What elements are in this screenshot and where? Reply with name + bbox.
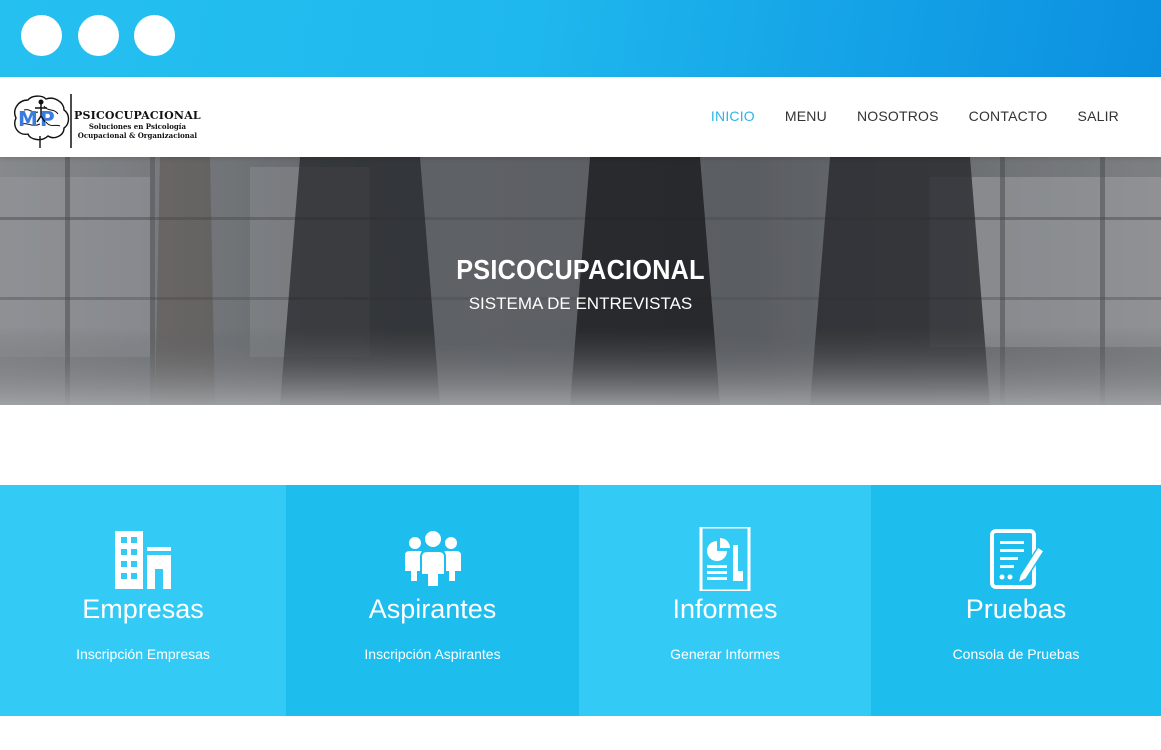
feature-tiles: Empresas Inscripción Empresas Aspirantes… xyxy=(0,485,1161,716)
people-group-icon xyxy=(404,531,461,588)
tile-link[interactable]: Consola de Pruebas xyxy=(871,646,1161,662)
report-chart-icon xyxy=(699,527,751,591)
logo-text: PSICOCUPACIONAL Soluciones en Psicología… xyxy=(74,109,201,140)
tile-link[interactable]: Inscripción Empresas xyxy=(0,646,286,662)
tile-title: Aspirantes xyxy=(368,594,497,624)
logo-subtitle-line2: Ocupacional & Organizacional xyxy=(77,131,198,140)
social-link-3[interactable] xyxy=(134,15,175,56)
tile-link[interactable]: Inscripción Aspirantes xyxy=(286,646,579,662)
hero-title: PSICOCUPACIONAL xyxy=(456,254,705,285)
logo-title: PSICOCUPACIONAL xyxy=(74,109,201,122)
hero-banner: PSICOCUPACIONAL SISTEMA DE ENTREVISTAS xyxy=(0,157,1161,405)
top-bar xyxy=(0,0,1161,77)
hero-subtitle: SISTEMA DE ENTREVISTAS xyxy=(468,294,693,313)
nav-item-nosotros[interactable]: NOSOTROS xyxy=(857,108,939,124)
logo[interactable]: M P PSICOCUPACIONAL Soluciones en Psicol… xyxy=(10,92,201,148)
site-header: M P PSICOCUPACIONAL Soluciones en Psicol… xyxy=(0,77,1161,157)
logo-subtitle-line1: Soluciones en Psicología xyxy=(88,122,187,131)
nav-item-menu[interactable]: MENU xyxy=(785,108,827,124)
test-document-icon xyxy=(990,529,1046,589)
svg-text:M: M xyxy=(18,107,38,131)
social-link-2[interactable] xyxy=(78,15,119,56)
main-nav: INICIO MENU NOSOTROS CONTACTO SALIR xyxy=(681,108,1119,124)
tile-informes[interactable]: Informes Generar Informes xyxy=(579,485,871,716)
tile-aspirantes[interactable]: Aspirantes Inscripción Aspirantes xyxy=(286,485,579,716)
tile-empresas[interactable]: Empresas Inscripción Empresas xyxy=(0,485,286,716)
brain-logo-icon: M P xyxy=(14,94,72,148)
tile-pruebas[interactable]: Pruebas Consola de Pruebas xyxy=(871,485,1161,716)
tile-title: Pruebas xyxy=(965,594,1067,624)
social-link-1[interactable] xyxy=(21,15,62,56)
nav-item-salir[interactable]: SALIR xyxy=(1078,108,1119,124)
tile-link[interactable]: Generar Informes xyxy=(579,646,871,662)
nav-item-contacto[interactable]: CONTACTO xyxy=(969,108,1048,124)
nav-item-inicio[interactable]: INICIO xyxy=(711,108,755,124)
tile-title: Empresas xyxy=(82,594,204,624)
tile-title: Informes xyxy=(672,594,778,624)
building-icon xyxy=(115,531,171,589)
